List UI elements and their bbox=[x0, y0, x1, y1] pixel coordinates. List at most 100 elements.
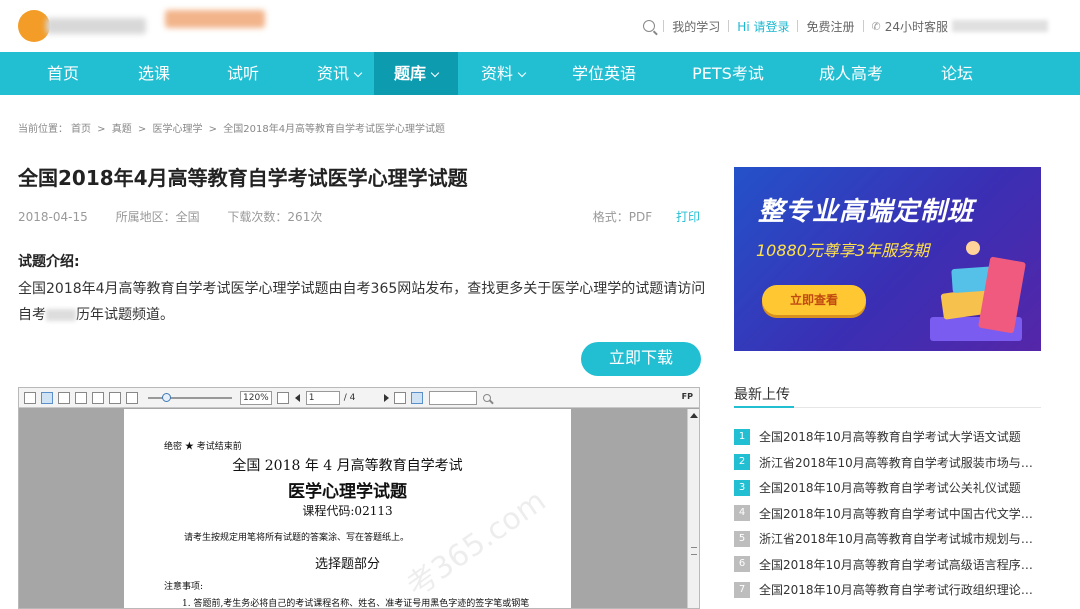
page-number-input[interactable]: 1 bbox=[305, 390, 340, 405]
rank-badge: 7 bbox=[734, 581, 750, 598]
service-phone-number bbox=[952, 20, 1048, 32]
document-page: 绝密 ★ 考试结束前 全国 2018 年 4 月高等教育自学考试 医学心理学试题… bbox=[124, 409, 571, 609]
recent-uploads-heading: 最新上传 bbox=[734, 387, 790, 403]
page-title: 全国2018年4月高等教育自学考试医学心理学试题 bbox=[18, 166, 468, 190]
breadcrumb-current: 全国2018年4月高等教育自学考试医学心理学试题 bbox=[223, 124, 446, 135]
two-page-icon[interactable] bbox=[58, 391, 70, 404]
rank-badge: 3 bbox=[734, 479, 750, 496]
rank-badge: 5 bbox=[734, 530, 750, 547]
main-nav: 首页 选课 试听 资讯 题库 资料 学位英语 PETS考试 成人高考 论坛 bbox=[0, 52, 1080, 95]
hand-tool-icon[interactable] bbox=[410, 391, 423, 404]
single-page-icon[interactable] bbox=[41, 391, 53, 404]
recent-uploads-list: 1 全国2018年10月高等教育自学考试大学语文试题 2 浙江省2018年10月高等… bbox=[734, 424, 1041, 603]
viewer-scrollbar[interactable] bbox=[687, 409, 699, 608]
download-count: 下载次数：261次 bbox=[227, 210, 323, 224]
intro-text: 全国2018年4月高等教育自学考试医学心理学试题由自考365网站发布，查找更多关… bbox=[18, 281, 706, 323]
breadcrumb-home[interactable]: 首页 bbox=[71, 124, 91, 135]
next-page-icon[interactable] bbox=[383, 393, 389, 402]
slogan-image bbox=[165, 10, 265, 28]
publish-date: 2018-04-15 bbox=[18, 210, 88, 224]
logo-wordmark bbox=[46, 18, 146, 34]
rank-badge: 6 bbox=[734, 556, 750, 573]
list-item[interactable]: 1 全国2018年10月高等教育自学考试大学语文试题 bbox=[734, 424, 1041, 450]
search-icon[interactable] bbox=[643, 20, 656, 32]
nav-item-news[interactable]: 资讯 bbox=[304, 52, 374, 95]
rank-badge: 2 bbox=[734, 454, 750, 471]
pdf-viewer: 120% 1 / 4 FP 绝密 ★ 考试结束前 全国 2018 年 4 月高等… bbox=[18, 387, 700, 609]
list-item[interactable]: 6 全国2018年10月高等教育自学考试高级语言程序设... bbox=[734, 552, 1041, 578]
viewer-toolbar: 120% 1 / 4 FP bbox=[19, 388, 699, 408]
nav-item-question-bank[interactable]: 题库 bbox=[374, 52, 458, 95]
scroll-grip[interactable] bbox=[691, 547, 697, 555]
person-illustration bbox=[966, 241, 980, 255]
fit-page-icon[interactable] bbox=[126, 391, 138, 404]
list-item[interactable]: 7 全国2018年10月高等教育自学考试行政组织理论试题 bbox=[734, 577, 1041, 603]
print-icon[interactable] bbox=[24, 391, 36, 404]
rank-badge: 1 bbox=[734, 428, 750, 445]
download-button[interactable]: 立即下载 bbox=[581, 342, 701, 376]
doc-instruction: 请考生按规定用笔将所有试题的答案涂、写在答题纸上。 bbox=[184, 533, 410, 543]
my-study-link[interactable]: 我的学习 bbox=[672, 18, 720, 35]
nav-item-courses[interactable]: 选课 bbox=[126, 52, 182, 95]
search-field[interactable] bbox=[428, 390, 477, 405]
heading-underline bbox=[734, 406, 794, 408]
redacted-text bbox=[46, 309, 76, 321]
list-item[interactable]: 2 浙江省2018年10月高等教育自学考试服装市场与营... bbox=[734, 450, 1041, 476]
file-format: 格式：PDF bbox=[592, 210, 653, 224]
doc-secret-mark: 绝密 ★ 考试结束前 bbox=[164, 442, 242, 452]
nav-item-forum[interactable]: 论坛 bbox=[906, 52, 1008, 95]
chevron-down-icon bbox=[430, 68, 440, 78]
zoom-slider-knob[interactable] bbox=[162, 392, 171, 402]
print-link[interactable]: 打印 bbox=[676, 210, 700, 224]
viewer-search-icon[interactable] bbox=[482, 393, 491, 402]
nav-item-pets[interactable]: PETS考试 bbox=[660, 52, 796, 95]
doc-exam-title: 全国 2018 年 4 月高等教育自学考试 bbox=[232, 458, 463, 474]
top-bar: 我的学习 Hi 请登录 免费注册 ✆ 24小时客服 bbox=[0, 0, 1080, 52]
divider bbox=[862, 20, 864, 32]
doc-section-title: 选择题部分 bbox=[314, 557, 380, 572]
nav-item-degree-english[interactable]: 学位英语 bbox=[548, 52, 660, 95]
service-label: 24小时客服 bbox=[884, 19, 948, 34]
breadcrumb-exams[interactable]: 真题 bbox=[112, 124, 132, 135]
fit-height-icon[interactable] bbox=[109, 391, 121, 404]
page-total: / 4 bbox=[343, 392, 356, 403]
promo-banner[interactable]: 整专业高端定制班 10880元尊享3年服务期 立即查看 bbox=[734, 167, 1041, 351]
fp-label: FP bbox=[681, 392, 693, 401]
breadcrumb: 当前位置： 首页 > 真题 > 医学心理学 > 全国2018年4月高等教育自学考试… bbox=[18, 124, 446, 135]
banner-subtitle: 10880元尊享3年服务期 bbox=[756, 241, 930, 260]
chevron-down-icon bbox=[353, 68, 363, 78]
nav-item-materials[interactable]: 资料 bbox=[458, 52, 548, 95]
register-link[interactable]: 免费注册 bbox=[806, 18, 854, 35]
nav-item-adult-exam[interactable]: 成人高考 bbox=[796, 52, 906, 95]
top-links: 我的学习 Hi 请登录 免费注册 ✆ 24小时客服 bbox=[643, 18, 1048, 34]
list-item[interactable]: 3 全国2018年10月高等教育自学考试公关礼仪试题 bbox=[734, 475, 1041, 501]
doc-note-1: 1. 答题前,考生务必将自己的考试课程名称、姓名、准考证号用黑色字迹的签字笔或钢… bbox=[182, 599, 530, 609]
rank-badge: 4 bbox=[734, 505, 750, 522]
banner-button[interactable]: 立即查看 bbox=[762, 285, 866, 315]
site-logo[interactable] bbox=[18, 10, 148, 42]
breadcrumb-subject[interactable]: 医学心理学 bbox=[153, 124, 203, 135]
fit-width-icon[interactable] bbox=[92, 391, 104, 404]
text-select-icon[interactable] bbox=[393, 391, 406, 404]
divider bbox=[797, 20, 799, 32]
list-item[interactable]: 4 全国2018年10月高等教育自学考试中国古代文学史... bbox=[734, 501, 1041, 527]
zoom-field[interactable]: 120% bbox=[240, 390, 272, 405]
doc-notes-head: 注意事项: bbox=[164, 582, 204, 592]
banner-title: 整专业高端定制班 bbox=[758, 197, 975, 227]
list-item[interactable]: 5 浙江省2018年10月高等教育自学考试城市规划与管... bbox=[734, 526, 1041, 552]
fullscreen-icon[interactable] bbox=[276, 391, 289, 404]
divider bbox=[663, 20, 665, 32]
scroll-up-icon[interactable] bbox=[690, 413, 698, 418]
login-link[interactable]: Hi 请登录 bbox=[737, 18, 789, 35]
nav-item-home[interactable]: 首页 bbox=[0, 52, 126, 95]
chevron-down-icon bbox=[517, 68, 527, 78]
intro-heading: 试题介绍: bbox=[18, 254, 80, 270]
grid-view-icon[interactable] bbox=[75, 391, 87, 404]
nav-item-trial[interactable]: 试听 bbox=[182, 52, 304, 95]
article-meta: 2018-04-15 所属地区：全国 下载次数：261次 格式：PDF 打印 bbox=[18, 208, 700, 225]
region: 所属地区：全国 bbox=[115, 210, 200, 224]
zoom-slider[interactable] bbox=[148, 392, 232, 402]
phone-icon: ✆ bbox=[871, 19, 881, 33]
prev-page-icon[interactable] bbox=[294, 393, 300, 402]
divider bbox=[728, 20, 730, 32]
